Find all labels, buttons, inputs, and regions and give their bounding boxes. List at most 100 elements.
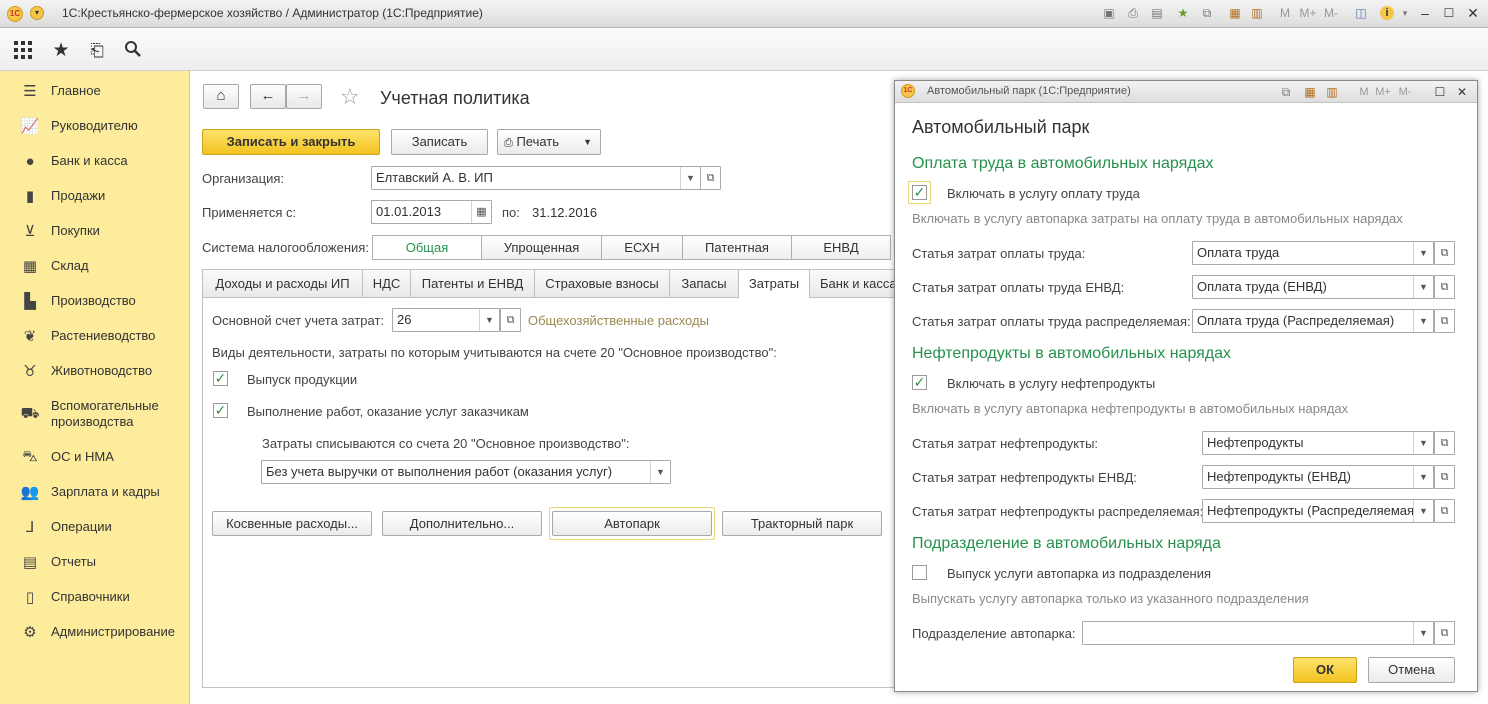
additional-button[interactable]: Дополнительно... bbox=[382, 511, 542, 536]
sidebar-item-operations[interactable]: ⅃ Операции bbox=[0, 518, 190, 536]
tax-option-patent[interactable]: Патентная bbox=[682, 235, 792, 260]
save-button[interactable]: Записать bbox=[391, 129, 488, 155]
print-button[interactable]: ⎙ Печать ▼ bbox=[497, 129, 601, 155]
fuel-envd-open-icon[interactable]: ⧉ bbox=[1434, 465, 1455, 489]
dialog-link-icon[interactable]: ⧉ bbox=[1279, 85, 1293, 99]
save-and-close-button[interactable]: Записать и закрыть bbox=[202, 129, 380, 155]
sidebar-item-warehouse[interactable]: ▦ Склад bbox=[0, 257, 190, 275]
labor-distributed-open-icon[interactable]: ⧉ bbox=[1434, 309, 1455, 333]
cost-account-field[interactable]: 26 ▼ bbox=[392, 308, 500, 332]
tab-insurance[interactable]: Страховые взносы bbox=[534, 269, 670, 297]
fuel-cost-dropdown-icon[interactable]: ▼ bbox=[1413, 432, 1433, 454]
fuel-distributed-open-icon[interactable]: ⧉ bbox=[1434, 499, 1455, 523]
sidebar-item-payroll[interactable]: 👥 Зарплата и кадры bbox=[0, 483, 190, 501]
dialog-close-icon[interactable]: ✕ bbox=[1455, 85, 1469, 99]
mminus-icon[interactable]: M- bbox=[1320, 6, 1342, 20]
cost-account-open-icon[interactable]: ⧉ bbox=[500, 308, 521, 332]
sidebar-item-catalogs[interactable]: ▯ Справочники bbox=[0, 588, 190, 606]
cancel-button[interactable]: Отмена bbox=[1368, 657, 1455, 683]
sidebar-item-sales[interactable]: ▮ Продажи bbox=[0, 187, 190, 205]
star-icon[interactable]: ★ bbox=[50, 40, 72, 62]
dialog-maximize-icon[interactable]: ☐ bbox=[1433, 85, 1447, 99]
panel-icon[interactable]: ◫ bbox=[1354, 6, 1368, 20]
preview-icon[interactable]: ▤ bbox=[1150, 6, 1164, 20]
sidebar-item-crops[interactable]: ❦ Растениеводство bbox=[0, 327, 190, 345]
sidebar-item-purchases[interactable]: ⊻ Покупки bbox=[0, 222, 190, 240]
fuel-cost-field[interactable]: Нефтепродукты ▼ bbox=[1202, 431, 1434, 455]
tab-income-expenses[interactable]: Доходы и расходы ИП bbox=[202, 269, 363, 297]
favorite-star-icon[interactable]: ☆ bbox=[340, 85, 360, 109]
sidebar-item-livestock[interactable]: ♉ Животноводство bbox=[0, 362, 190, 380]
tax-option-envd[interactable]: ЕНВД bbox=[791, 235, 891, 260]
tab-patents[interactable]: Патенты и ЕНВД bbox=[410, 269, 535, 297]
tractor-park-button[interactable]: Тракторный парк bbox=[722, 511, 882, 536]
search-icon[interactable] bbox=[122, 40, 144, 62]
labor-cost-dropdown-icon[interactable]: ▼ bbox=[1413, 242, 1433, 264]
org-open-icon[interactable]: ⧉ bbox=[700, 166, 721, 190]
cost-account-desc[interactable]: Общехозяйственные расходы bbox=[528, 313, 709, 328]
tax-option-general[interactable]: Общая bbox=[372, 235, 482, 260]
app-menu-chevron-icon[interactable]: ▾ bbox=[30, 6, 44, 20]
sidebar-item-main[interactable]: ☰ Главное bbox=[0, 82, 190, 100]
calculator-icon[interactable]: ▦ bbox=[1228, 6, 1242, 20]
labor-distributed-field[interactable]: Оплата труда (Распределяемая) ▼ bbox=[1192, 309, 1434, 333]
division-checkbox[interactable] bbox=[912, 565, 927, 580]
save-icon[interactable]: ▣ bbox=[1102, 6, 1116, 20]
minimize-icon[interactable]: – bbox=[1418, 6, 1432, 20]
favorite-icon[interactable]: ★ bbox=[1176, 6, 1190, 20]
tab-vat[interactable]: НДС bbox=[362, 269, 411, 297]
sidebar-item-bank[interactable]: ● Банк и касса bbox=[0, 152, 190, 170]
labor-cost-field[interactable]: Оплата труда ▼ bbox=[1192, 241, 1434, 265]
fuel-distributed-field[interactable]: Нефтепродукты (Распределяемая ▼ bbox=[1202, 499, 1434, 523]
dialog-m-icon[interactable]: M bbox=[1357, 85, 1371, 99]
fuel-distributed-dropdown-icon[interactable]: ▼ bbox=[1413, 500, 1433, 522]
labor-envd-field[interactable]: Оплата труда (ЕНВД) ▼ bbox=[1192, 275, 1434, 299]
org-dropdown-icon[interactable]: ▼ bbox=[680, 167, 700, 189]
sidebar-item-admin[interactable]: ⚙ Администрирование bbox=[0, 623, 190, 641]
writeoff-select[interactable]: Без учета выручки от выполнения работ (о… bbox=[261, 460, 671, 484]
dialog-calendar-icon[interactable]: ▥ bbox=[1325, 85, 1339, 99]
indirect-costs-button[interactable]: Косвенные расходы... bbox=[212, 511, 372, 536]
tab-bank[interactable]: Банк и касса bbox=[809, 269, 895, 297]
labor-distributed-dropdown-icon[interactable]: ▼ bbox=[1413, 310, 1433, 332]
division-field[interactable]: ▼ bbox=[1082, 621, 1434, 645]
calendar-icon[interactable]: ▦ bbox=[471, 201, 491, 223]
services-checkbox[interactable]: ✓ bbox=[213, 403, 228, 418]
division-open-icon[interactable]: ⧉ bbox=[1434, 621, 1455, 645]
forward-button[interactable]: → bbox=[286, 84, 322, 109]
fuel-checkbox[interactable]: ✓ bbox=[912, 375, 927, 390]
maximize-icon[interactable]: ☐ bbox=[1442, 6, 1456, 20]
print-icon[interactable]: ⎙ bbox=[1126, 6, 1140, 20]
tax-option-simplified[interactable]: Упрощенная bbox=[481, 235, 602, 260]
dialog-mminus-icon[interactable]: M- bbox=[1395, 85, 1415, 99]
m-icon[interactable]: M bbox=[1278, 6, 1292, 20]
tab-inventory[interactable]: Запасы bbox=[669, 269, 739, 297]
home-button[interactable]: ⌂ bbox=[203, 84, 239, 109]
apps-grid-icon[interactable] bbox=[12, 40, 34, 62]
mplus-icon[interactable]: M+ bbox=[1297, 6, 1319, 20]
output-checkbox[interactable]: ✓ bbox=[213, 371, 228, 386]
org-field[interactable]: Елтавский А. В. ИП ▼ bbox=[371, 166, 701, 190]
sidebar-item-production[interactable]: ▙ Производство bbox=[0, 292, 190, 310]
link-icon[interactable]: ⧉ bbox=[1200, 6, 1214, 20]
autopark-button[interactable]: Автопарк bbox=[552, 511, 712, 536]
ok-button[interactable]: ОК bbox=[1293, 657, 1357, 683]
sidebar-item-reports[interactable]: ▤ Отчеты bbox=[0, 553, 190, 571]
close-icon[interactable]: ✕ bbox=[1466, 6, 1480, 20]
back-button[interactable]: ← bbox=[250, 84, 286, 109]
fuel-envd-field[interactable]: Нефтепродукты (ЕНВД) ▼ bbox=[1202, 465, 1434, 489]
tab-costs[interactable]: Затраты bbox=[738, 269, 810, 298]
writeoff-dropdown-icon[interactable]: ▼ bbox=[650, 461, 670, 483]
labor-cost-open-icon[interactable]: ⧉ bbox=[1434, 241, 1455, 265]
applies-date-field[interactable]: 01.01.2013 ▦ bbox=[371, 200, 492, 224]
fuel-envd-dropdown-icon[interactable]: ▼ bbox=[1413, 466, 1433, 488]
cost-account-dropdown-icon[interactable]: ▼ bbox=[479, 309, 499, 331]
sidebar-item-manager[interactable]: 📈 Руководителю bbox=[0, 117, 190, 135]
sidebar-item-auxiliary[interactable]: ⛟ Вспомогательные производства bbox=[0, 397, 190, 431]
calendar-icon[interactable]: ▥ bbox=[1250, 6, 1264, 20]
info-dropdown-icon[interactable]: ▾ bbox=[1398, 6, 1412, 20]
fuel-cost-open-icon[interactable]: ⧉ bbox=[1434, 431, 1455, 455]
dialog-calculator-icon[interactable]: ▦ bbox=[1303, 85, 1317, 99]
labor-checkbox[interactable]: ✓ bbox=[912, 185, 927, 200]
labor-envd-open-icon[interactable]: ⧉ bbox=[1434, 275, 1455, 299]
